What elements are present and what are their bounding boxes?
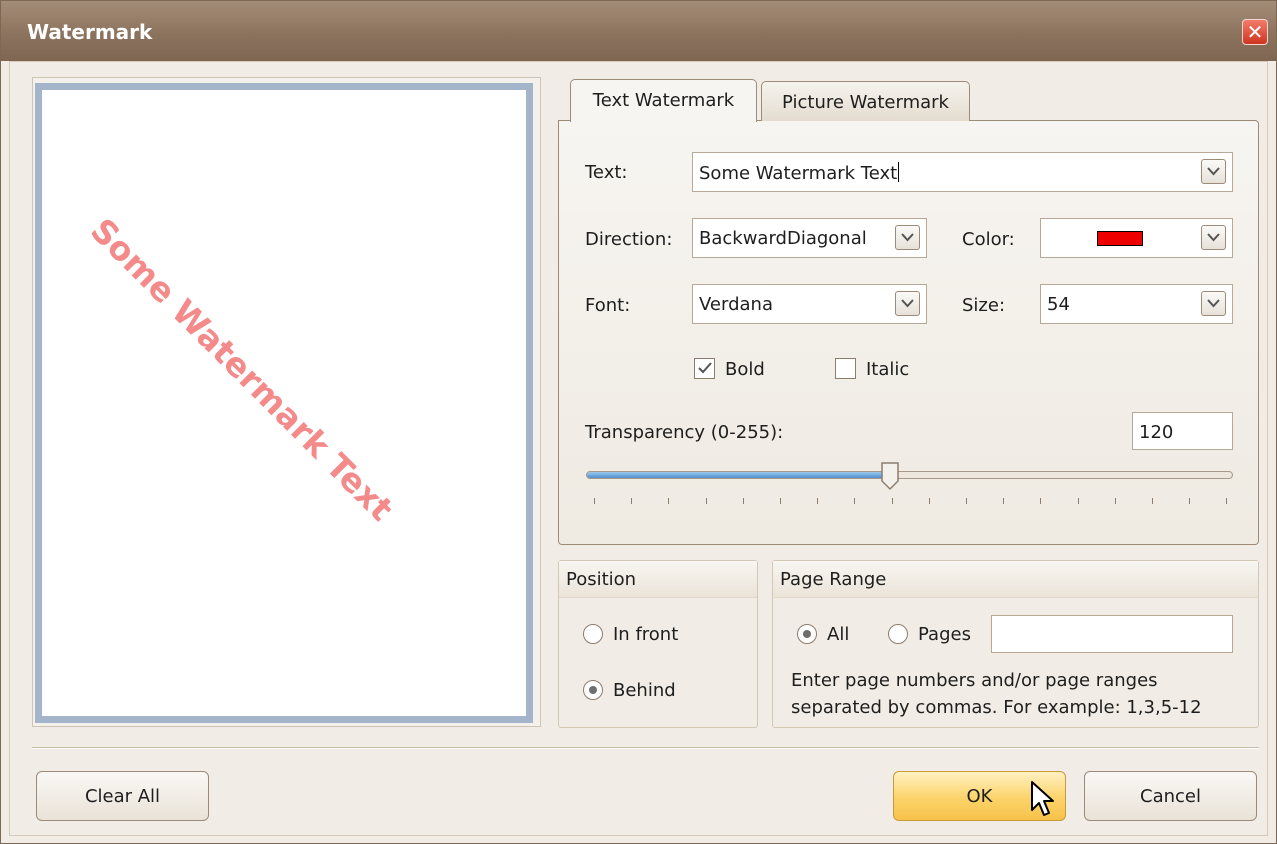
- slider-tick: [668, 498, 670, 504]
- slider-tick: [1077, 498, 1079, 504]
- slider-tick: [1003, 498, 1005, 504]
- size-combo[interactable]: 54: [1040, 284, 1233, 324]
- slider-tick: [1114, 498, 1116, 504]
- slider-tick: [631, 498, 633, 504]
- transparency-input[interactable]: 120: [1132, 412, 1233, 450]
- font-combo[interactable]: Verdana: [692, 284, 927, 324]
- chevron-down-icon: [901, 233, 914, 242]
- color-combo[interactable]: [1040, 218, 1233, 258]
- size-dropdown-button[interactable]: [1201, 291, 1226, 316]
- text-dropdown-button[interactable]: [1201, 159, 1226, 184]
- size-value: 54: [1047, 294, 1070, 315]
- slider-tick: [1226, 498, 1228, 504]
- behind-label[interactable]: Behind: [613, 680, 676, 701]
- checkmark-icon: [698, 362, 712, 374]
- direction-value: BackwardDiagonal: [699, 228, 867, 249]
- size-label: Size:: [962, 295, 1006, 316]
- chevron-down-icon: [1207, 299, 1220, 308]
- dialog-title: Watermark: [27, 20, 153, 44]
- tab-picture-watermark[interactable]: Picture Watermark: [761, 81, 970, 121]
- text-label: Text:: [585, 162, 628, 183]
- bold-label[interactable]: Bold: [725, 359, 765, 380]
- cancel-button[interactable]: Cancel: [1084, 771, 1257, 821]
- tab-text-watermark[interactable]: Text Watermark: [570, 79, 757, 122]
- radio-selected-dot: [589, 686, 597, 694]
- in-front-label[interactable]: In front: [613, 624, 678, 645]
- watermark-text-input-value: Some Watermark Text: [699, 163, 898, 184]
- transparency-slider-fill: [587, 472, 892, 478]
- slider-tick: [1189, 498, 1191, 504]
- preview-watermark-text: Some Watermark Text: [83, 210, 401, 529]
- preview-page: Some Watermark Text: [35, 83, 533, 723]
- color-dropdown-button[interactable]: [1201, 225, 1226, 250]
- italic-label[interactable]: Italic: [866, 359, 909, 380]
- position-group-title: Position: [566, 569, 637, 590]
- mouse-pointer-icon: [1031, 781, 1054, 816]
- font-dropdown-button[interactable]: [895, 291, 920, 316]
- in-front-radio[interactable]: [583, 624, 603, 644]
- page-range-hint-line1: Enter page numbers and/or page ranges: [791, 670, 1158, 691]
- direction-combo[interactable]: BackwardDiagonal: [692, 218, 927, 258]
- radio-selected-dot: [803, 630, 811, 638]
- slider-tick: [854, 498, 856, 504]
- close-button[interactable]: ✕: [1242, 19, 1268, 45]
- page-range-group-title: Page Range: [780, 569, 887, 590]
- title-bar[interactable]: Watermark ✕: [1, 1, 1276, 61]
- color-label: Color:: [962, 229, 1015, 250]
- direction-label: Direction:: [585, 229, 673, 250]
- color-swatch: [1097, 231, 1143, 246]
- transparency-label: Transparency (0-255):: [585, 422, 784, 443]
- chevron-down-icon: [1207, 167, 1220, 176]
- font-label: Font:: [585, 295, 631, 316]
- chevron-down-icon: [901, 299, 914, 308]
- slider-tick: [928, 498, 930, 504]
- page-range-hint-line2: separated by commas. For example: 1,3,5-…: [791, 697, 1202, 718]
- footer-separator: [32, 747, 1259, 749]
- slider-tick: [594, 498, 595, 504]
- transparency-slider-thumb[interactable]: [880, 461, 900, 491]
- text-caret: [898, 162, 900, 182]
- clear-all-button[interactable]: Clear All: [36, 771, 209, 821]
- bold-checkbox[interactable]: [694, 358, 715, 379]
- slider-tick: [1152, 498, 1153, 504]
- slider-tick: [891, 498, 893, 504]
- slider-tick: [780, 498, 781, 504]
- italic-checkbox[interactable]: [835, 358, 856, 379]
- slider-tick: [817, 498, 819, 504]
- slider-tick: [966, 498, 967, 504]
- slider-tick: [705, 498, 707, 504]
- slider-tick: [742, 498, 744, 504]
- transparency-value: 120: [1139, 422, 1174, 443]
- font-value: Verdana: [699, 294, 773, 315]
- pages-label[interactable]: Pages: [918, 624, 971, 645]
- slider-tick: [1040, 498, 1042, 504]
- all-pages-label[interactable]: All: [827, 624, 849, 645]
- watermark-text-combo[interactable]: Some Watermark Text: [692, 152, 1233, 192]
- all-pages-radio[interactable]: [797, 624, 817, 644]
- pages-input[interactable]: [991, 615, 1233, 653]
- chevron-down-icon: [1207, 233, 1220, 242]
- behind-radio[interactable]: [583, 680, 603, 700]
- direction-dropdown-button[interactable]: [895, 225, 920, 250]
- pages-radio[interactable]: [888, 624, 908, 644]
